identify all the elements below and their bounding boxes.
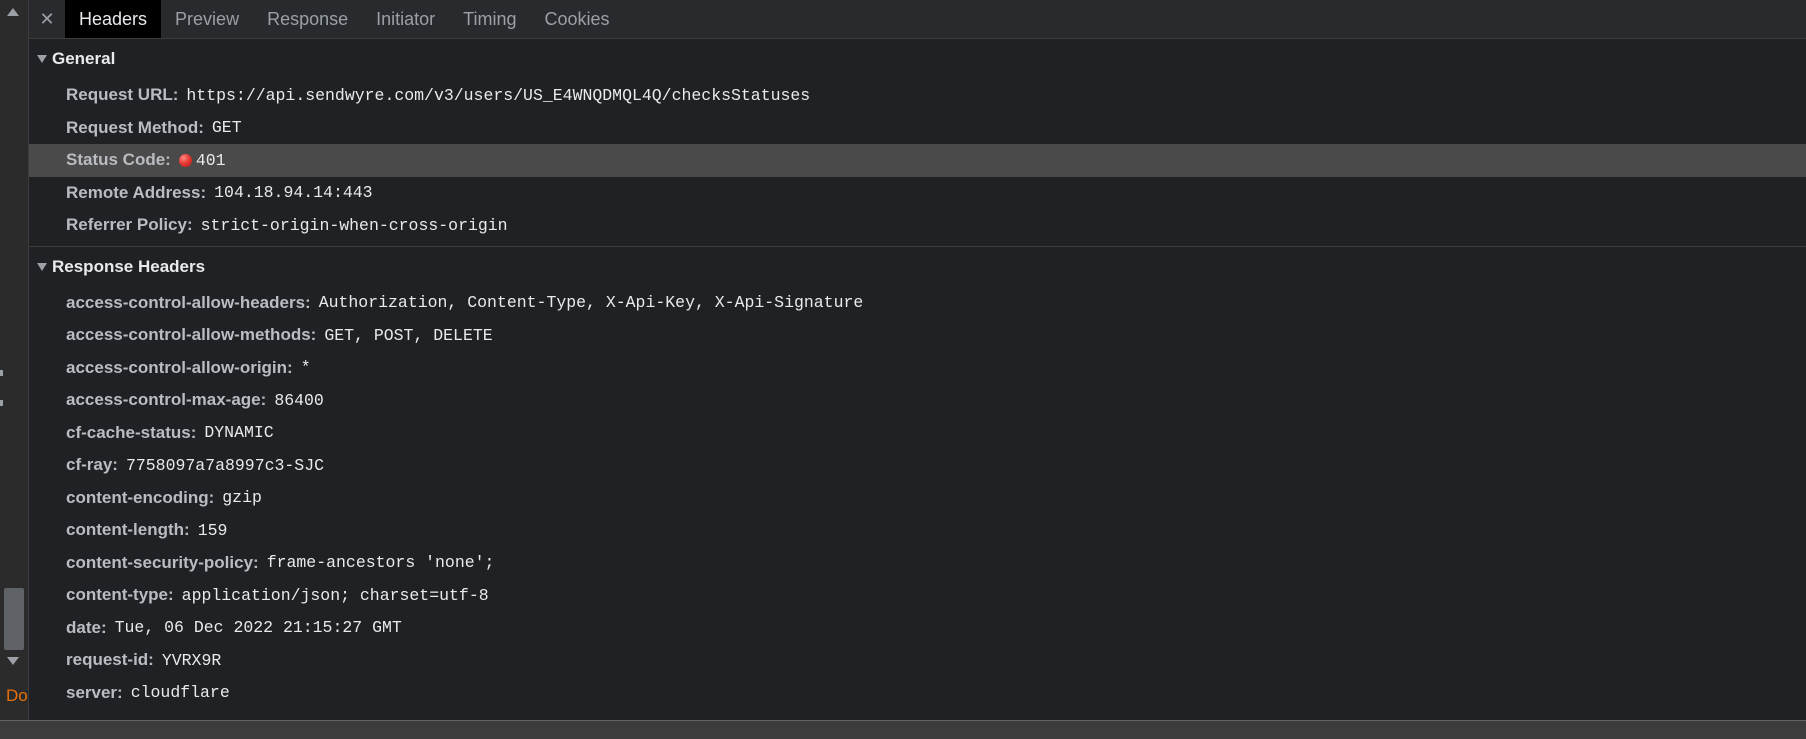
request-url-row: Request URL: https://api.sendwyre.com/v3…	[29, 79, 1806, 112]
header-key: Request Method:	[66, 117, 204, 137]
tab-response[interactable]: Response	[253, 0, 362, 38]
tab-cookies[interactable]: Cookies	[531, 0, 624, 38]
header-value: Authorization, Content-Type, X-Api-Key, …	[318, 293, 864, 313]
header-value: GET	[211, 118, 242, 138]
header-key: access-control-allow-methods:	[66, 325, 317, 345]
tab-preview[interactable]: Preview	[161, 0, 253, 38]
header-key: access-control-allow-headers:	[66, 292, 311, 312]
header-key: access-control-max-age:	[66, 390, 267, 410]
response-header-row: content-security-policy: frame-ancestors…	[29, 547, 1806, 580]
header-key: cf-cache-status:	[66, 422, 197, 442]
response-header-row: date: Tue, 06 Dec 2022 21:15:27 GMT	[29, 612, 1806, 645]
status-error-dot-icon	[178, 153, 192, 167]
header-key: content-type:	[66, 585, 174, 605]
response-header-row: content-type: application/json; charset=…	[29, 579, 1806, 612]
header-value: Tue, 06 Dec 2022 21:15:27 GMT	[114, 618, 402, 638]
header-value: 86400	[274, 390, 324, 410]
close-icon[interactable]: ✕	[29, 0, 65, 38]
header-key: server:	[66, 682, 123, 702]
header-key: Remote Address:	[66, 182, 207, 202]
header-value: gzip	[222, 488, 262, 508]
header-value: application/json; charset=utf-8	[181, 585, 489, 605]
header-value: YVRX9R	[161, 650, 222, 670]
header-value: cloudflare	[130, 683, 230, 703]
response-header-row: access-control-allow-methods: GET, POST,…	[29, 319, 1806, 352]
response-headers-section-title: Response Headers	[52, 256, 206, 276]
header-value: 159	[197, 520, 228, 540]
triangle-down-icon[interactable]	[37, 262, 47, 271]
tab-timing[interactable]: Timing	[449, 0, 530, 38]
request-method-row: Request Method: GET	[29, 112, 1806, 145]
response-header-row: cf-cache-status: DYNAMIC	[29, 417, 1806, 450]
general-section-title: General	[52, 49, 116, 68]
header-value: 401	[195, 150, 226, 170]
remote-address-row: Remote Address: 104.18.94.14:443	[29, 177, 1806, 210]
general-section-header[interactable]: General	[29, 39, 1806, 79]
header-value: GET, POST, DELETE	[324, 325, 493, 345]
response-headers-section-header[interactable]: Response Headers	[29, 247, 1806, 287]
header-value: 104.18.94.14:443	[214, 183, 373, 203]
tab-headers[interactable]: Headers	[65, 0, 162, 38]
cutoff-label: Do	[6, 686, 28, 705]
scrollbar-thumb[interactable]	[4, 588, 24, 650]
headers-panel: General Request URL: https://api.sendwyr…	[29, 39, 1806, 719]
scroll-marker	[0, 400, 3, 406]
header-key: cf-ray:	[66, 455, 118, 475]
scroll-up-arrow-icon[interactable]	[7, 8, 19, 16]
header-key: content-security-policy:	[66, 552, 259, 572]
header-value: strict-origin-when-cross-origin	[200, 215, 508, 235]
header-key: access-control-allow-origin:	[66, 357, 293, 377]
status-code-row: Status Code: 401	[29, 144, 1806, 177]
header-key: content-length:	[66, 520, 190, 540]
scroll-marker	[0, 370, 3, 376]
response-header-row: content-encoding: gzip	[29, 482, 1806, 515]
header-value: *	[300, 358, 311, 378]
response-header-row: cf-ray: 7758097a7a8997c3-SJC	[29, 449, 1806, 482]
header-key: Referrer Policy:	[66, 215, 193, 235]
header-key: Status Code:	[66, 150, 171, 170]
scroll-down-arrow-icon[interactable]	[7, 657, 19, 665]
triangle-down-icon[interactable]	[37, 55, 47, 63]
header-key: date:	[66, 617, 107, 637]
details-tabbar: ✕ Headers Preview Response Initiator Tim…	[29, 0, 1806, 39]
header-key: Request URL:	[66, 85, 179, 105]
referrer-policy-row: Referrer Policy: strict-origin-when-cros…	[29, 209, 1806, 242]
header-value: DYNAMIC	[204, 423, 274, 443]
response-header-row: access-control-allow-headers: Authorizat…	[29, 287, 1806, 320]
response-header-row: server: cloudflare	[29, 677, 1806, 710]
response-header-row: access-control-max-age: 86400	[29, 384, 1806, 417]
header-value: 7758097a7a8997c3-SJC	[125, 455, 325, 475]
header-key: request-id:	[66, 650, 154, 670]
bottom-status-bar	[0, 720, 1806, 739]
header-value: https://api.sendwyre.com/v3/users/US_E4W…	[186, 85, 811, 105]
response-header-row: request-id: YVRX9R	[29, 644, 1806, 677]
response-header-row: content-length: 159	[29, 514, 1806, 547]
header-key: content-encoding:	[66, 487, 215, 507]
header-value: frame-ancestors 'none';	[266, 553, 495, 573]
response-header-row: access-control-allow-origin: *	[29, 352, 1806, 385]
left-scrollbar[interactable]: Do	[0, 0, 29, 720]
tab-initiator[interactable]: Initiator	[362, 0, 449, 38]
